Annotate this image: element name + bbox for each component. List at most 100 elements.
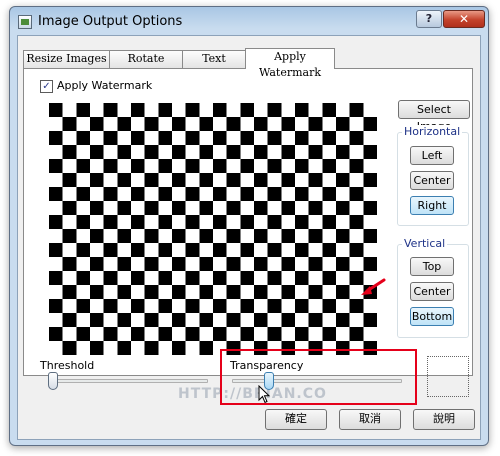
checker-square [199,341,213,355]
checker-square [254,117,268,131]
threshold-slider-track[interactable] [48,379,208,383]
checker-square [308,313,323,327]
checker-square [336,257,350,271]
checker-square [213,271,227,285]
checker-square [336,229,350,243]
cancel-button[interactable]: 取消 [339,409,401,430]
checker-square [117,173,131,187]
checker-square [144,257,159,271]
checker-square [103,159,118,173]
select-image-button[interactable]: Select Image [398,100,470,133]
tab-rotate-images[interactable]: Rotate Images [109,50,183,81]
checker-square [131,299,145,313]
right-button[interactable]: Right [410,196,454,215]
checker-square [103,327,118,341]
checker-square [199,313,213,327]
checker-square [254,145,268,159]
checker-square [308,145,323,159]
tab-text-effects[interactable]: Text Effects [182,50,246,81]
checker-square [90,285,104,299]
bottom-button[interactable]: Bottom [410,307,454,326]
vertical-center-button[interactable]: Center [410,282,454,301]
checker-square [336,173,350,187]
checker-square [281,145,295,159]
checker-square [322,299,336,313]
checker-square [226,313,241,327]
checker-square [158,299,172,313]
checker-square [62,229,77,243]
checker-square [295,159,309,173]
checker-square [117,341,131,355]
checker-square [336,201,350,215]
checker-square [240,187,254,201]
checker-square [295,187,309,201]
checker-square [267,159,282,173]
checker-square [185,159,200,173]
checker-square [103,299,118,313]
checker-square [158,159,172,173]
checker-square [363,117,377,131]
checker-square [267,327,282,341]
help-title-button[interactable]: ? [416,10,442,28]
checker-square [240,299,254,313]
checker-square [281,201,295,215]
ok-button[interactable]: 確定 [265,409,327,430]
checker-square [281,285,295,299]
checker-square [213,243,227,257]
title-bar[interactable]: Image Output Options ? ✕ [10,7,488,37]
checker-square [267,271,282,285]
close-button[interactable]: ✕ [443,10,485,28]
checker-square [322,327,336,341]
checker-square [336,145,350,159]
threshold-slider-thumb[interactable] [48,372,58,390]
checker-square [308,285,323,299]
vertical-group-label: Vertical [402,237,448,250]
tab-resize-images[interactable]: Resize Images [23,50,110,68]
checker-square [240,159,254,173]
checker-square [349,103,364,117]
tab-apply-watermark[interactable]: Apply Watermark [245,48,335,79]
checker-square [172,229,186,243]
checker-square [158,103,172,117]
checker-square [240,271,254,285]
apply-watermark-checkbox[interactable]: ✓ [40,80,53,93]
checker-square [62,257,77,271]
checker-square [295,243,309,257]
checker-square [295,271,309,285]
checker-square [76,131,90,145]
threshold-label: Threshold [40,359,95,372]
top-button[interactable]: Top [410,257,454,276]
checker-square [226,229,241,243]
checker-square [76,159,90,173]
checker-square [349,299,364,313]
dialog-window: Image Output Options ? ✕ Resize Images R… [9,6,489,446]
checker-square [158,215,172,229]
horizontal-center-button[interactable]: Center [410,171,454,190]
transparency-highlight-box [220,349,417,405]
checker-square [172,173,186,187]
checker-square [144,201,159,215]
checker-square [322,159,336,173]
checker-square [213,131,227,145]
help-button[interactable]: 說明 [413,409,475,430]
checker-square [49,271,63,285]
checker-square [240,103,254,117]
checker-square [131,215,145,229]
checker-square [117,229,131,243]
checker-square [185,243,200,257]
checker-square [76,327,90,341]
checker-square [90,229,104,243]
checker-square [103,215,118,229]
left-button[interactable]: Left [410,146,454,165]
checker-square [117,313,131,327]
checker-square [144,117,159,131]
checker-square [131,159,145,173]
checker-square [76,215,90,229]
color-preview-box[interactable] [427,356,469,397]
checker-square [213,103,227,117]
checker-square [131,103,145,117]
checker-square [172,341,186,355]
checker-square [199,201,213,215]
checker-square [213,159,227,173]
checker-square [49,327,63,341]
